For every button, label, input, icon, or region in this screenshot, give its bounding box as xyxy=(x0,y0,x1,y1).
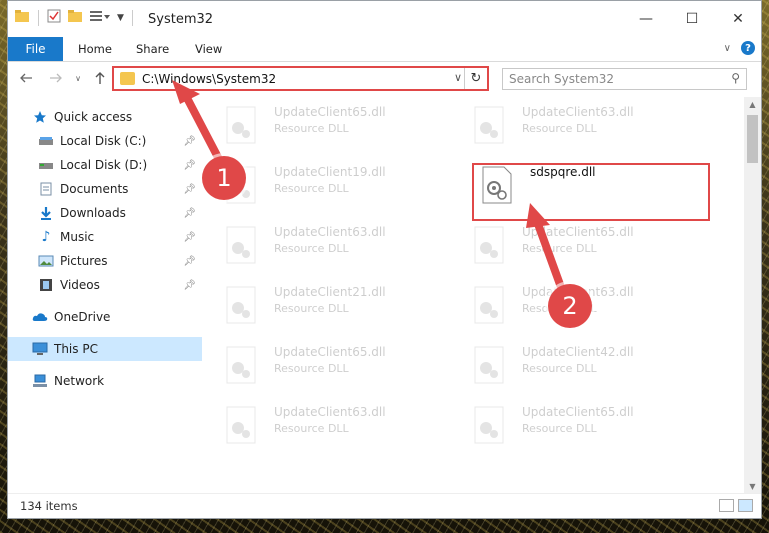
arrow-2 xyxy=(526,203,566,294)
annotation-arrows xyxy=(172,80,566,294)
step-marker-1: 1 xyxy=(202,156,246,200)
arrow-1 xyxy=(172,80,226,169)
step-marker-2: 2 xyxy=(548,284,592,328)
